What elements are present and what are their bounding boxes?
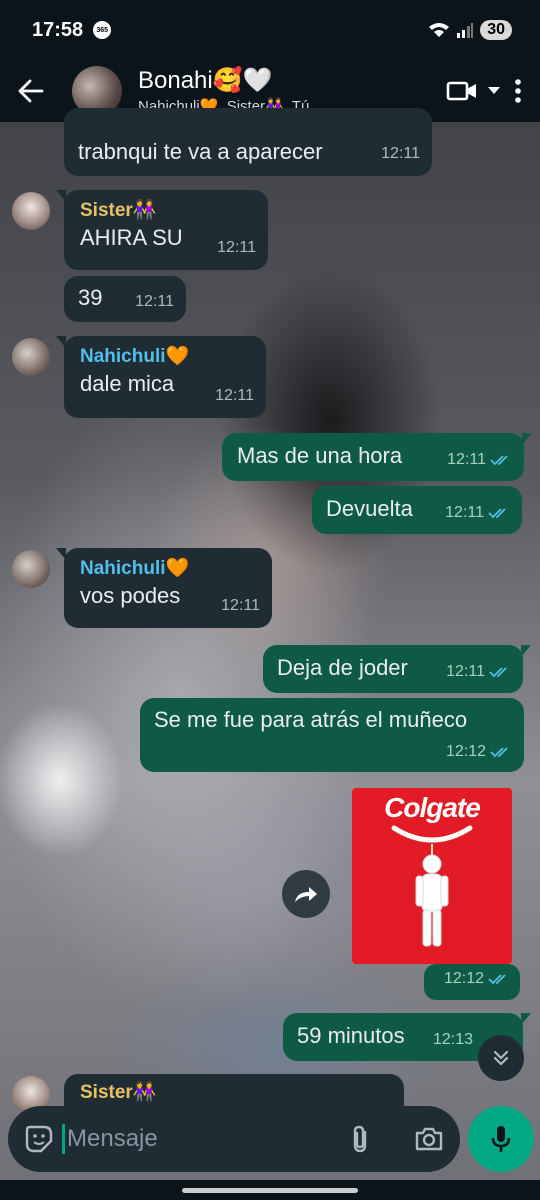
sender-name: Sister👭 — [80, 1082, 157, 1103]
message-text: dale mica — [80, 371, 175, 396]
chat-title: Bonahi🥰🤍 — [138, 67, 273, 94]
forward-button[interactable] — [282, 870, 330, 918]
scroll-to-bottom-button[interactable] — [478, 1035, 524, 1081]
message-time: 12:11 — [217, 239, 256, 256]
attach-icon[interactable] — [350, 1124, 372, 1154]
message-time: 12:11 — [447, 451, 486, 468]
message-time: 12:11 — [215, 387, 254, 404]
message-time-status: 12:11 — [445, 499, 510, 527]
message-time: 12:12 — [443, 970, 484, 987]
bubble-tail — [521, 1013, 531, 1025]
sender-name: Sister👭 — [80, 200, 157, 221]
message-time: 12:13 — [432, 1031, 473, 1048]
voice-message-button[interactable] — [468, 1106, 534, 1172]
microphone-icon — [491, 1126, 511, 1152]
bubble-tail — [56, 336, 66, 348]
message-bubble[interactable]: Nahichuli🧡 dale mica 12:11 — [56, 336, 266, 418]
video-call-button[interactable] — [446, 80, 500, 102]
text-cursor — [62, 1124, 65, 1154]
message-time: 12:12 — [445, 743, 486, 760]
message-bubble[interactable]: trabnqui te va a aparecer 12:11 — [64, 108, 432, 176]
message-text: Mas de una hora — [237, 443, 403, 468]
message-composer: Mensaje — [8, 1106, 460, 1172]
message-bubble[interactable]: Nahichuli🧡 vos podes 12:11 — [56, 548, 272, 628]
message-text: vos podes — [80, 583, 181, 608]
more-options-icon[interactable] — [514, 78, 522, 104]
bubble-tail — [522, 433, 532, 445]
message-time: 12:11 — [445, 504, 484, 521]
wifi-icon — [429, 23, 450, 37]
message-bubble[interactable]: Sister👭 — [64, 1074, 404, 1106]
status-bar: 17:58 365 30 — [0, 0, 540, 60]
image-illustration — [391, 825, 473, 947]
sender-name: Nahichuli🧡 — [80, 346, 190, 367]
message-input-placeholder: Mensaje — [67, 1125, 158, 1152]
message-time: 12:11 — [221, 597, 260, 614]
system-nav-bar — [0, 1180, 540, 1200]
signal-icon — [457, 23, 474, 38]
message-text: trabnqui te va a aparecer — [78, 139, 323, 164]
bubble-tail — [56, 190, 66, 202]
double-check-icon — [489, 667, 507, 678]
header-actions — [446, 78, 540, 104]
message-text: 59 minutos — [297, 1023, 405, 1048]
message-text: Devuelta — [326, 496, 413, 521]
message-bubble[interactable]: Deja de joder 12:11 — [263, 645, 531, 693]
caret-down-icon — [488, 87, 500, 94]
double-check-icon — [488, 508, 506, 519]
double-check-icon — [490, 747, 508, 758]
chat-screen: 17:58 365 30 Bonahi🥰🤍 Nahichuli🧡, Sister… — [0, 0, 540, 1200]
message-text: 39 — [78, 285, 103, 310]
arrow-left-icon — [18, 79, 44, 103]
message-time-status: 12:12 — [444, 965, 510, 993]
battery-indicator: 30 — [480, 20, 512, 40]
message-time: 12:11 — [381, 145, 420, 162]
bubble-tail — [56, 548, 66, 560]
message-time-status: 12:12 — [446, 738, 512, 766]
message-time: 12:11 — [446, 663, 485, 680]
shared-image[interactable]: Colgate — [352, 788, 512, 964]
app-badge-icon: 365 — [93, 21, 112, 39]
back-button[interactable] — [0, 60, 62, 122]
message-input[interactable]: Mensaje — [62, 1124, 158, 1154]
home-gesture-handle[interactable] — [182, 1188, 358, 1193]
message-text: AHIRA SU — [80, 225, 183, 250]
message-time-status: 12:11 — [446, 658, 511, 686]
message-bubble[interactable]: Se me fue para atrás el muñeco 12:12 — [140, 698, 524, 772]
camera-icon[interactable] — [414, 1126, 444, 1152]
message-text: Deja de joder — [277, 655, 408, 680]
status-icons: 30 — [428, 20, 512, 40]
message-bubble[interactable]: Devuelta 12:11 — [312, 486, 522, 534]
message-time-status: 12:11 — [447, 446, 512, 474]
forward-arrow-icon — [295, 887, 317, 902]
sender-avatar[interactable] — [12, 192, 50, 230]
sender-avatar[interactable] — [12, 338, 50, 376]
status-time: 17:58 — [32, 18, 84, 41]
double-check-icon — [490, 455, 508, 466]
double-chevron-down-icon — [493, 1050, 509, 1066]
message-bubble[interactable]: 39 12:11 — [64, 276, 186, 322]
message-bubble[interactable]: Mas de una hora 12:11 — [222, 433, 532, 481]
message-bubble[interactable]: Sister👭 AHIRA SU 12:11 — [56, 190, 268, 270]
sender-name: Nahichuli🧡 — [80, 558, 190, 579]
sender-avatar[interactable] — [12, 550, 50, 588]
message-time: 12:11 — [135, 293, 174, 310]
double-check-icon — [488, 974, 506, 985]
message-text: Se me fue para atrás el muñeco — [154, 707, 468, 732]
image-timestamp-bubble: 12:12 — [424, 964, 520, 1000]
bubble-tail — [521, 645, 531, 657]
video-camera-icon — [446, 81, 476, 101]
message-time-status: 12:13 — [433, 1026, 473, 1054]
sticker-icon[interactable] — [24, 1124, 54, 1154]
